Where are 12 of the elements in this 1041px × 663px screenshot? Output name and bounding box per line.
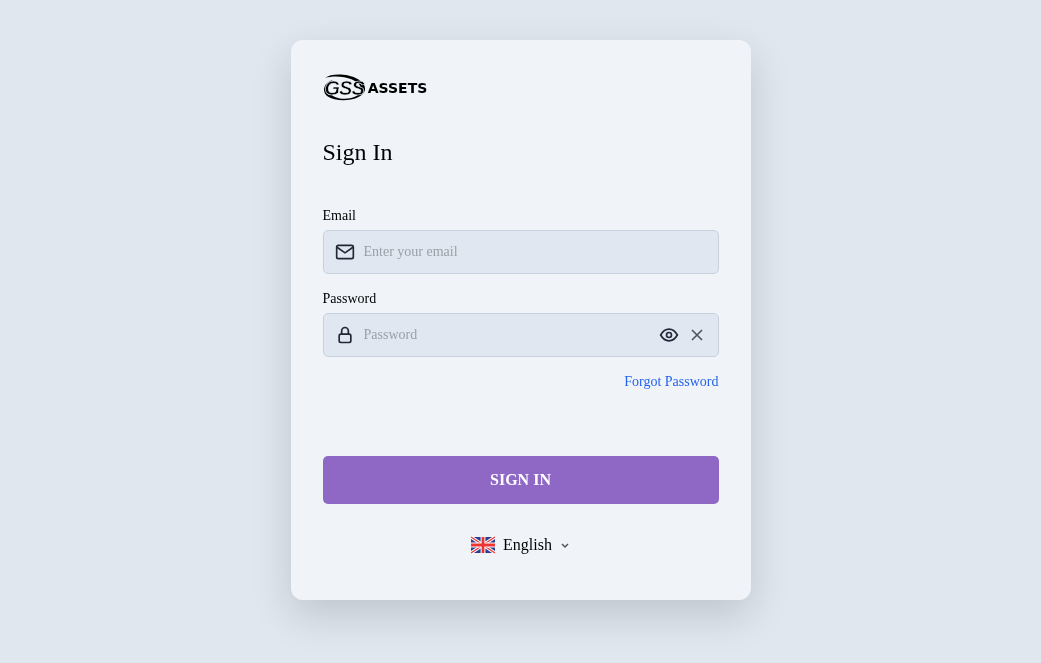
field-label: Password <box>322 291 378 307</box>
forgot-password-link[interactable]: Forgot Password <box>624 374 719 390</box>
sign-in-button[interactable]: SIGN IN <box>322 456 719 504</box>
password-field[interactable]: Password <box>322 313 719 357</box>
email-field[interactable]: Enter your email <box>322 230 719 274</box>
show-password-icon[interactable] <box>658 325 679 345</box>
flag-icon <box>471 536 496 554</box>
language-selector[interactable]: English <box>471 536 570 554</box>
chevron-down-icon <box>559 540 570 550</box>
page-title: Sign In <box>322 140 394 164</box>
mail-icon <box>334 242 355 262</box>
field-label: Email <box>322 208 357 224</box>
